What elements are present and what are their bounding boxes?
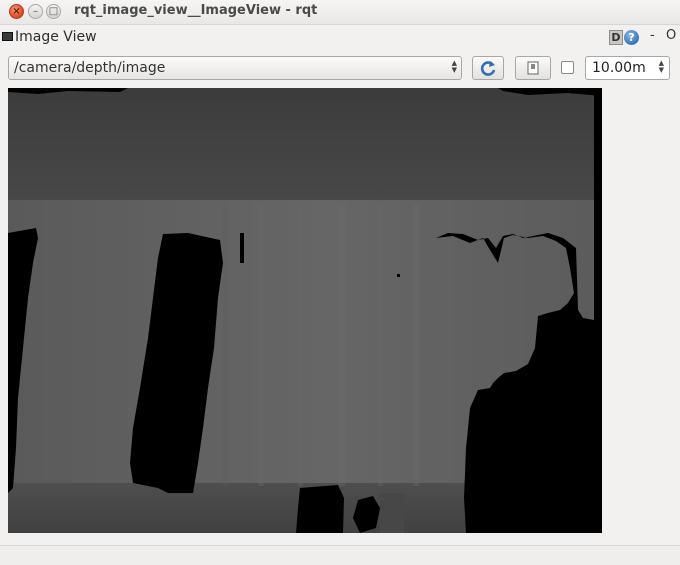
window-minimize-button[interactable]: – — [28, 4, 43, 19]
d-button[interactable]: D — [609, 30, 623, 45]
refresh-icon — [480, 61, 496, 76]
title-bar: × – □ rqt_image_view__ImageView - rqt — [0, 0, 680, 25]
topic-select-value: /camera/depth/image — [14, 60, 166, 76]
dock-close-button[interactable]: - — [650, 28, 655, 43]
depth-image — [8, 88, 602, 533]
plugin-header: Image View D ? - O — [0, 28, 680, 48]
floor-dropout-1 — [296, 485, 344, 533]
refresh-button[interactable] — [472, 56, 504, 80]
right-edge-dropout — [594, 88, 602, 533]
topic-select[interactable]: /camera/depth/image ▲ ▼ — [8, 56, 462, 80]
window-icon — [2, 32, 13, 41]
depth-image-view[interactable] — [8, 88, 602, 533]
smooth-scaling-checkbox[interactable] — [561, 61, 574, 74]
help-button[interactable]: ? — [624, 30, 639, 45]
window-maximize-button[interactable]: □ — [46, 4, 61, 19]
save-icon — [527, 61, 539, 75]
window-title: rqt_image_view__ImageView - rqt — [74, 3, 318, 18]
up-down-arrows-icon: ▲ ▼ — [451, 59, 457, 74]
plugin-title: Image View — [15, 29, 97, 45]
max-range-spinbox[interactable]: 10.00m ▲ ▼ — [585, 56, 670, 80]
status-bar — [0, 545, 680, 565]
dock-float-button[interactable]: O — [666, 28, 676, 43]
spin-arrows-icon[interactable]: ▲ ▼ — [659, 60, 664, 74]
save-button[interactable] — [515, 56, 551, 80]
window-close-button[interactable]: × — [9, 4, 24, 19]
max-range-value: 10.00m — [592, 60, 646, 76]
ceiling-region — [8, 88, 594, 203]
